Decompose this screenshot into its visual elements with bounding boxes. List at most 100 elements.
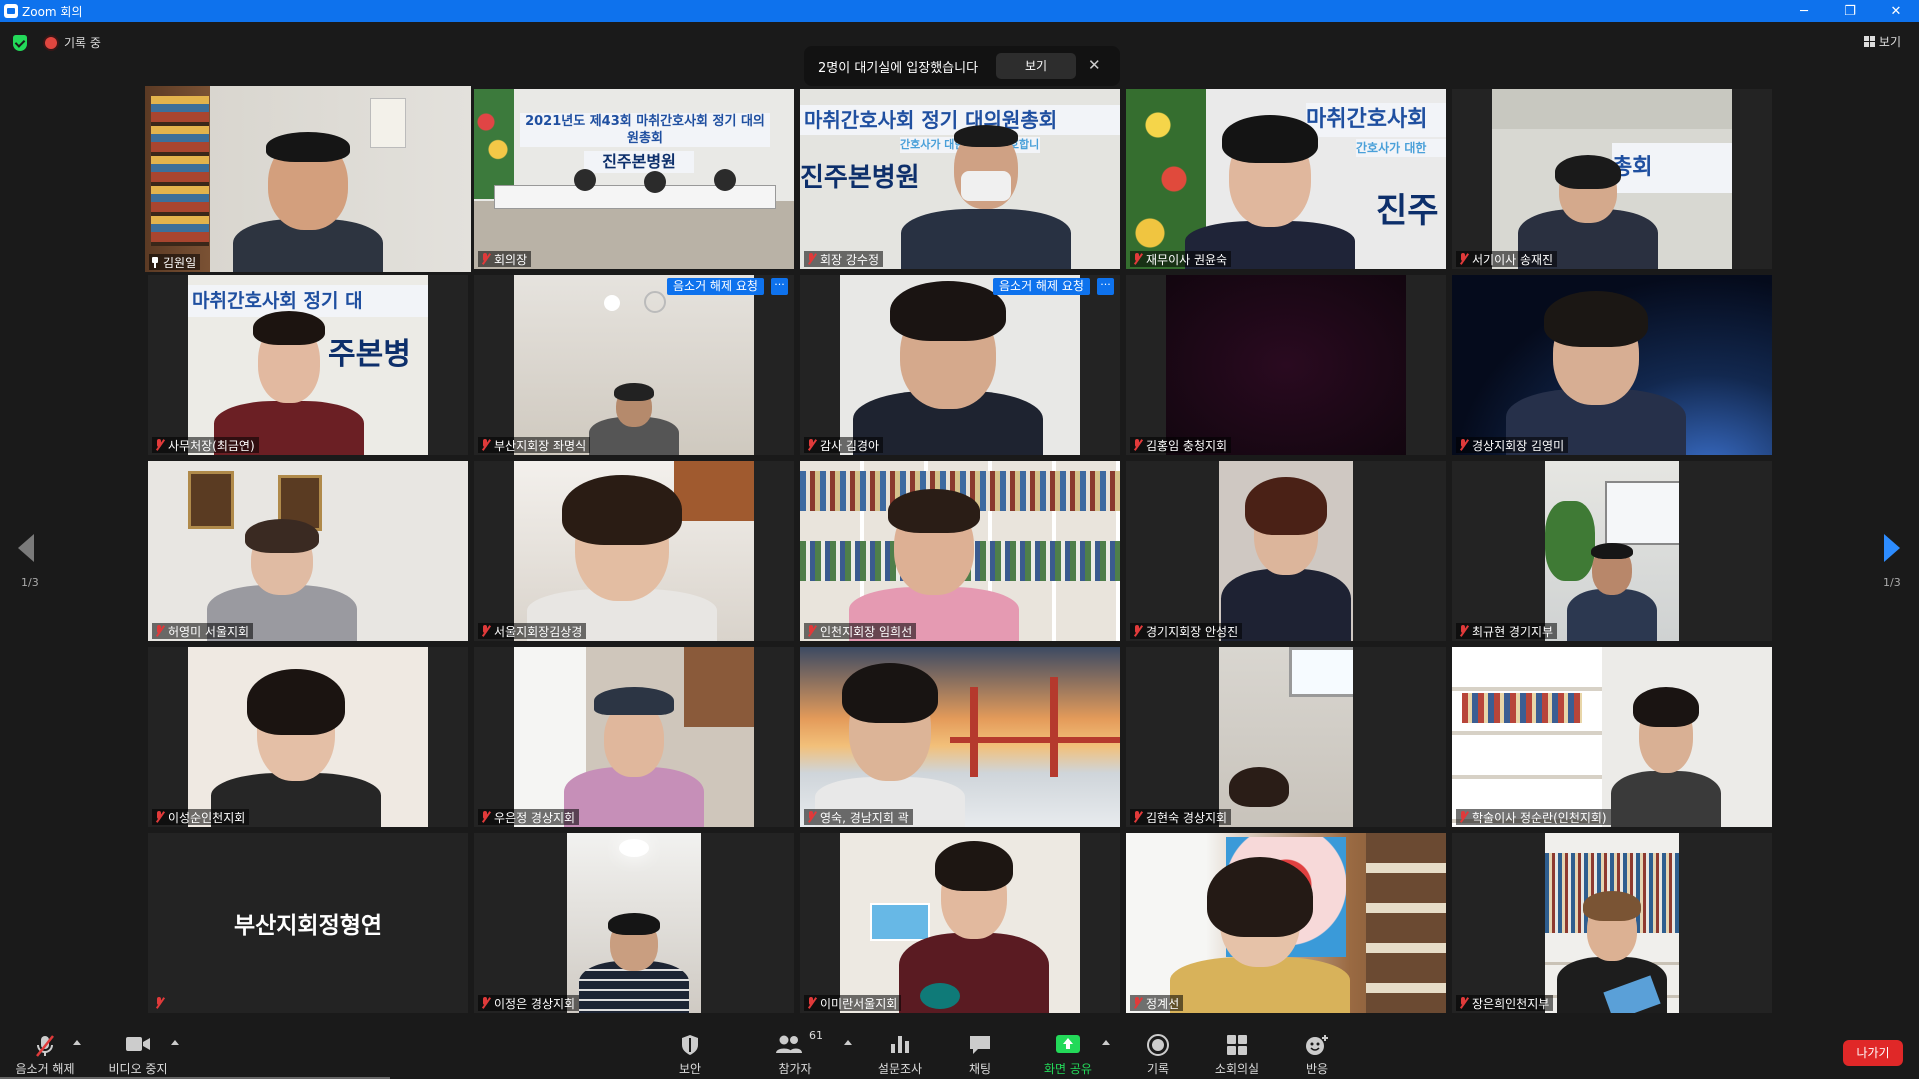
video-feed <box>1545 461 1679 641</box>
recording-icon[interactable] <box>45 37 57 49</box>
gallery-grid-icon <box>1863 36 1875 47</box>
video-options-chevron-icon[interactable] <box>171 1040 179 1045</box>
unmute-request-button[interactable]: 음소거 해제 요청 <box>993 278 1090 295</box>
video-tile[interactable]: 이미란서울지회 <box>800 833 1120 1013</box>
polls-label: 설문조사 <box>877 1062 923 1076</box>
video-tile[interactable]: 음소거 해제 요청 ··· 감사 김경아 <box>800 275 1120 455</box>
video-feed <box>514 461 754 641</box>
share-screen-button[interactable]: 화면 공유 <box>1028 1018 1108 1079</box>
participant-name-bar: 회장 강수정 <box>804 251 884 267</box>
video-feed <box>840 275 1080 455</box>
video-feed <box>800 461 1120 641</box>
hospital-sign: 진주본병원 <box>584 151 694 173</box>
notice-close-button[interactable]: ✕ <box>1088 56 1101 74</box>
video-tile[interactable]: 학술이사 정순란(인천지회) <box>1452 647 1772 827</box>
video-tile[interactable]: 마취간호사회 정기 대의원총회 간호사가 대한민국을 간호합니다 진주본병원 회… <box>800 89 1120 269</box>
leave-meeting-button[interactable]: 나가기 <box>1843 1040 1903 1066</box>
participant-name-bar: 부산지회장 좌명식 <box>478 437 591 453</box>
mic-muted-icon <box>1132 439 1142 451</box>
video-tile[interactable]: 김현숙 경상지회 <box>1126 647 1446 827</box>
video-tile[interactable]: 이성순인천지회 <box>148 647 468 827</box>
video-feed: 마취간호사회 정기 대 주본병 <box>188 275 428 455</box>
poll-chart-icon <box>891 1036 909 1053</box>
participant-name-bar: 사무처장(최금연) <box>152 437 259 453</box>
mic-muted-icon <box>154 625 164 637</box>
participant-name-bar: 인천지회장 임희선 <box>804 623 917 639</box>
video-feed: 총회 <box>1492 89 1732 269</box>
participant-name: 이정은 경상지회 <box>494 996 576 1011</box>
mic-muted-icon <box>1132 625 1142 637</box>
smiley-reaction-icon <box>1306 1035 1328 1055</box>
video-tile[interactable]: 영숙, 경남지회 곽 <box>800 647 1120 827</box>
participant-name: 허영미 서울지회 <box>168 624 250 639</box>
video-tile[interactable]: 이정은 경상지회 <box>474 833 794 1013</box>
chat-button[interactable]: 채팅 <box>940 1018 1020 1079</box>
video-tile[interactable]: 허영미 서울지회 <box>148 461 468 641</box>
video-tile[interactable]: 김원일 <box>145 86 471 272</box>
video-tile[interactable]: 인천지회장 임희선 <box>800 461 1120 641</box>
participant-name-bar: 이미란서울지회 <box>804 995 902 1011</box>
mic-muted-icon <box>806 439 816 451</box>
minimize-button[interactable]: ─ <box>1781 0 1827 22</box>
next-page-arrow-icon[interactable] <box>1884 534 1900 562</box>
reactions-button[interactable]: 반응 <box>1277 1018 1357 1079</box>
previous-page-arrow-icon[interactable] <box>18 534 34 562</box>
breakout-rooms-button[interactable]: 소회의실 <box>1197 1018 1277 1079</box>
waiting-room-view-button[interactable]: 보기 <box>996 53 1076 79</box>
more-options-button[interactable]: ··· <box>771 278 788 295</box>
mic-muted-icon <box>1458 253 1468 265</box>
video-tile[interactable]: 서울지회장김상경 <box>474 461 794 641</box>
participant-name: 김홍임 충청지회 <box>1146 438 1228 453</box>
video-tile[interactable]: 2021년도 제43회 마취간호사회 정기 대의원총회 진주본병원 회의장 <box>474 89 794 269</box>
video-feed <box>145 86 471 272</box>
unmute-request-button[interactable]: 음소거 해제 요청 <box>667 278 764 295</box>
security-button[interactable]: 보안 <box>650 1018 730 1079</box>
stop-video-label: 비디오 중지 <box>108 1062 168 1076</box>
record-button[interactable]: 기록 <box>1118 1018 1198 1079</box>
video-tile[interactable]: 경상지회장 김영미 <box>1452 275 1772 455</box>
breakout-rooms-icon <box>1227 1035 1247 1055</box>
close-window-button[interactable]: ✕ <box>1873 0 1919 22</box>
participant-name-bar: 재무이사 권윤숙 <box>1130 251 1232 267</box>
participants-options-chevron-icon[interactable] <box>844 1040 852 1045</box>
polls-button[interactable]: 설문조사 <box>860 1018 940 1079</box>
video-tile[interactable]: 마취간호사회 간호사가 대한 진주 재무이사 권윤숙 <box>1126 89 1446 269</box>
video-feed <box>1545 833 1679 1013</box>
video-tile[interactable]: 장은희인천지부 <box>1452 833 1772 1013</box>
window-title: Zoom 회의 <box>22 5 83 19</box>
video-tile[interactable]: 김홍임 충청지회 <box>1126 275 1446 455</box>
participants-button[interactable]: 61 참가자 <box>755 1018 835 1079</box>
participant-name: 김원일 <box>163 255 197 270</box>
participant-name-bar: 정계선 <box>1130 995 1184 1011</box>
chat-label: 채팅 <box>968 1062 992 1076</box>
video-tile[interactable]: 총회 서기이사 송재진 <box>1452 89 1772 269</box>
video-tile[interactable]: 경기지회장 안성진 <box>1126 461 1446 641</box>
more-options-button[interactable]: ··· <box>1097 278 1114 295</box>
video-tile[interactable]: 정계선 <box>1126 833 1446 1013</box>
stop-video-button[interactable]: 비디오 중지 <box>98 1018 178 1079</box>
participant-name: 서울지회장김상경 <box>494 624 583 639</box>
video-tile[interactable]: 부산지회정형연 <box>148 833 468 1013</box>
mic-muted-icon <box>480 625 490 637</box>
mic-muted-icon <box>1458 997 1468 1009</box>
video-tile[interactable]: 최규현 경기지부 <box>1452 461 1772 641</box>
unmute-label: 음소거 해제 <box>15 1062 75 1076</box>
restore-button[interactable]: ❐ <box>1827 0 1873 22</box>
participant-name-bar: 우은정 경상지회 <box>478 809 580 825</box>
reactions-label: 반응 <box>1305 1062 1329 1076</box>
mic-muted-icon <box>1132 997 1142 1009</box>
view-button[interactable]: 보기 <box>1863 33 1901 50</box>
encryption-shield-icon[interactable] <box>13 35 27 51</box>
video-tile[interactable]: 음소거 해제 요청 ··· 부산지회장 좌명식 <box>474 275 794 455</box>
participant-name: 감사 김경아 <box>820 438 880 453</box>
record-label: 기록 <box>1146 1062 1170 1076</box>
share-options-chevron-icon[interactable] <box>1102 1040 1110 1045</box>
participant-name-bar: 김원일 <box>149 254 201 270</box>
video-tile[interactable]: 마취간호사회 정기 대 주본병 사무처장(최금연) <box>148 275 468 455</box>
audio-options-chevron-icon[interactable] <box>73 1040 81 1045</box>
participant-name: 이미란서울지회 <box>820 996 898 1011</box>
unmute-button[interactable]: 음소거 해제 <box>5 1018 85 1079</box>
video-feed <box>1452 275 1772 455</box>
video-tile[interactable]: 우은정 경상지회 <box>474 647 794 827</box>
video-feed: 마취간호사회 간호사가 대한 진주 <box>1126 89 1446 269</box>
